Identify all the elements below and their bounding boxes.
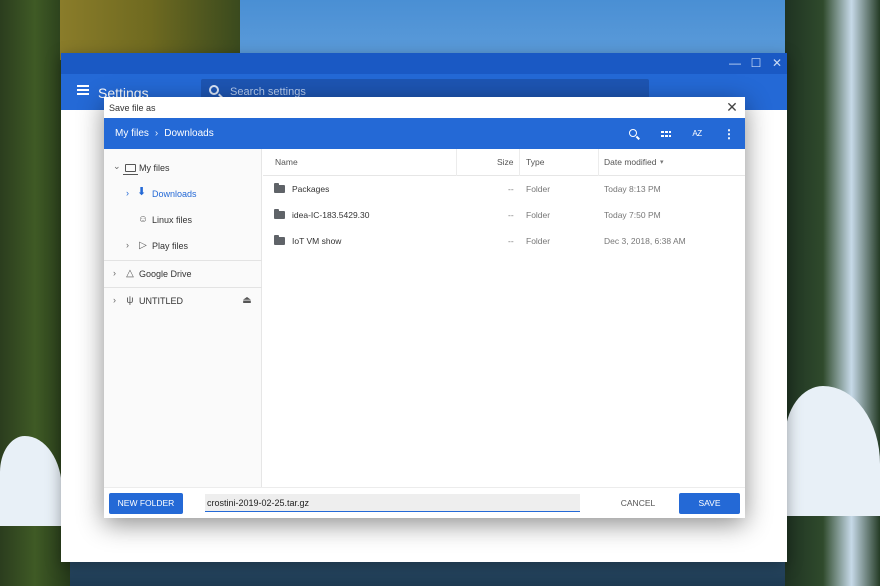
eject-icon[interactable]: ⏏ (241, 295, 253, 307)
file-type: Folder (526, 184, 551, 194)
column-type[interactable]: Type (526, 149, 544, 176)
file-type: Folder (526, 210, 551, 220)
more-options-button[interactable]: ⋮ (720, 125, 738, 143)
tree-top-left (60, 0, 240, 60)
sidebar-item-label: Play files (152, 241, 189, 251)
file-size: -- (508, 210, 514, 220)
file-name: Packages (292, 184, 330, 194)
column-divider (456, 149, 457, 176)
dialog-close-button[interactable]: ✕ (724, 99, 740, 115)
chevron-right-icon[interactable]: › (126, 188, 129, 198)
sidebar-item-downloads[interactable]: › Downloads (104, 181, 262, 207)
chevron-down-icon[interactable]: ⌄ (113, 161, 121, 172)
cancel-button[interactable]: CANCEL (611, 493, 665, 514)
column-headers: Name Size Type Date modified ▾ (263, 149, 745, 176)
dialog-titlebar: Save file as ✕ (104, 97, 745, 118)
download-icon (137, 186, 149, 200)
chevron-right-icon[interactable]: › (113, 295, 116, 305)
dialog-footer: NEW FOLDER crostini-2019-02-25.tar.gz CA… (104, 487, 745, 518)
save-button[interactable]: SAVE (679, 493, 740, 514)
breadcrumb-my-files[interactable]: My files (115, 128, 149, 139)
folder-icon (274, 183, 285, 193)
sidebar-item-play-files[interactable]: › ▷ Play files (104, 233, 262, 259)
grid-view-button[interactable] (657, 125, 675, 143)
sidebar-item-label: Linux files (152, 215, 193, 225)
breadcrumb-separator-icon: › (154, 128, 159, 139)
grid-view-icon (661, 131, 671, 137)
drive-icon: △ (126, 268, 134, 279)
settings-titlebar: — ☐ ✕ (61, 53, 787, 74)
filename-input[interactable]: crostini-2019-02-25.tar.gz (205, 494, 580, 512)
sidebar-item-label: Google Drive (139, 269, 192, 279)
save-file-dialog: Save file as ✕ My files › Downloads AZ ⋮… (104, 97, 745, 518)
file-size: -- (508, 184, 514, 194)
dialog-toolbar: My files › Downloads AZ ⋮ (104, 118, 745, 149)
table-row[interactable]: Packages -- Folder Today 8:13 PM (263, 176, 745, 202)
file-type: Folder (526, 236, 551, 246)
column-divider (519, 149, 520, 176)
file-date: Dec 3, 2018, 6:38 AM (604, 236, 686, 246)
sidebar-item-label: My files (139, 163, 170, 173)
penguin-icon: ☺ (137, 214, 149, 225)
search-icon (209, 85, 219, 95)
usb-icon: ψ (126, 295, 134, 306)
file-name: idea-IC-183.5429.30 (292, 210, 370, 220)
play-icon: ▷ (139, 240, 147, 251)
table-row[interactable]: IoT VM show -- Folder Dec 3, 2018, 6:38 … (263, 228, 745, 254)
file-date: Today 7:50 PM (604, 210, 661, 220)
column-date-modified[interactable]: Date modified (604, 149, 656, 176)
column-divider (598, 149, 599, 176)
minimize-button[interactable]: — (728, 56, 742, 70)
sidebar-item-my-files[interactable]: ⌄ My files (104, 155, 262, 181)
folder-icon (274, 235, 285, 245)
new-folder-button[interactable]: NEW FOLDER (109, 493, 183, 514)
file-name: IoT VM show (292, 236, 342, 246)
close-window-button[interactable]: ✕ (770, 56, 784, 70)
file-date: Today 8:13 PM (604, 184, 661, 194)
sidebar-item-label: Downloads (152, 189, 197, 199)
sidebar-item-google-drive[interactable]: › △ Google Drive (104, 261, 262, 287)
breadcrumb: My files › Downloads (115, 128, 214, 139)
sort-button[interactable]: AZ (688, 125, 706, 143)
column-size[interactable]: Size (497, 149, 514, 176)
table-row[interactable]: idea-IC-183.5429.30 -- Folder Today 7:50… (263, 202, 745, 228)
breadcrumb-downloads[interactable]: Downloads (164, 128, 213, 139)
chevron-right-icon[interactable]: › (113, 268, 116, 278)
search-icon (629, 129, 637, 137)
dialog-title: Save file as (109, 103, 156, 113)
sidebar-item-label: UNTITLED (139, 296, 184, 306)
folder-icon (274, 209, 285, 219)
search-button[interactable] (625, 125, 643, 143)
sidebar-item-untitled[interactable]: › ψ UNTITLED ⏏ (104, 288, 262, 314)
file-size: -- (508, 236, 514, 246)
sidebar-item-linux-files[interactable]: ☺ Linux files (104, 207, 262, 233)
sidebar: ⌄ My files › Downloads ☺ Linux files › ▷… (104, 149, 262, 487)
laptop-icon (122, 163, 138, 175)
file-list: Name Size Type Date modified ▾ Packages … (263, 149, 745, 487)
chevron-right-icon[interactable]: › (126, 240, 129, 250)
hamburger-menu-icon[interactable] (77, 85, 89, 95)
dialog-body: ⌄ My files › Downloads ☺ Linux files › ▷… (104, 149, 745, 487)
maximize-button[interactable]: ☐ (749, 56, 763, 70)
column-name[interactable]: Name (275, 149, 298, 176)
sort-arrow-icon: ▾ (660, 159, 664, 166)
